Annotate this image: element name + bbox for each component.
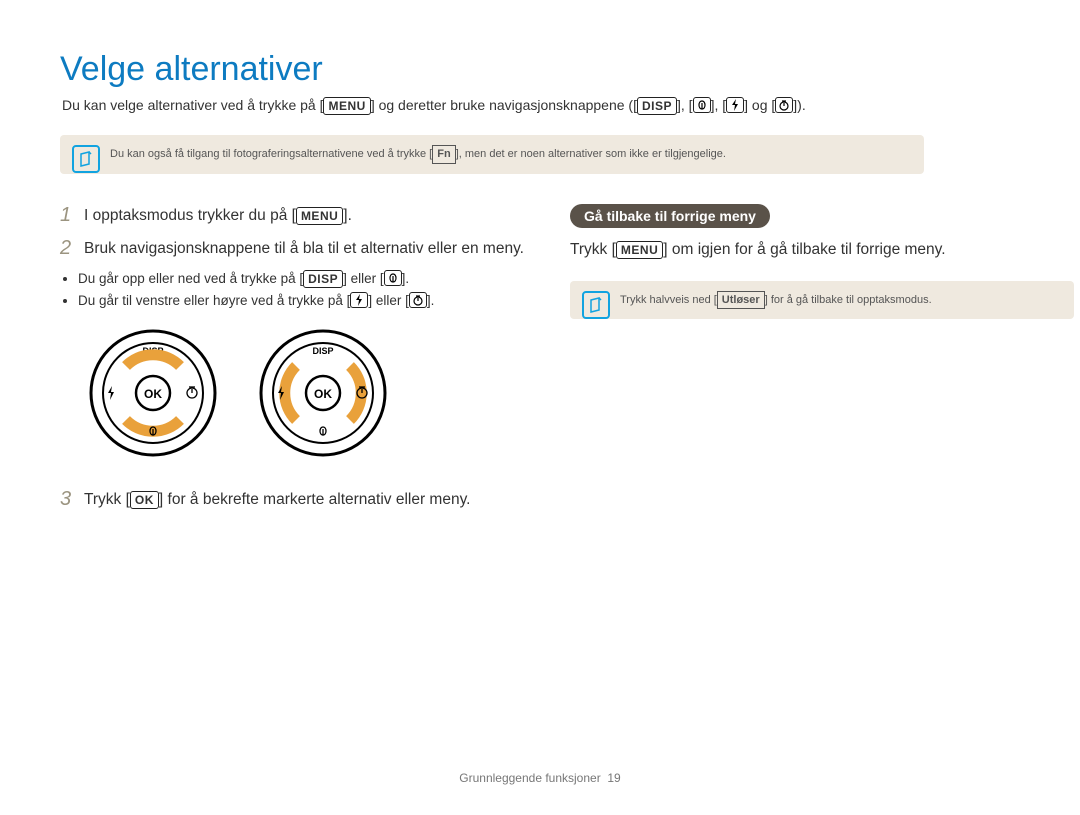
flash-icon bbox=[726, 97, 744, 113]
right-column: Gå tilbake til forrige meny Trykk [MENU]… bbox=[570, 204, 1074, 522]
step-2: 2 Bruk navigasjonsknappene til å bla til… bbox=[60, 237, 530, 260]
macro-icon bbox=[384, 270, 402, 286]
note-box-1: Du kan også få tilgang til fotografering… bbox=[60, 135, 924, 174]
right-line: Trykk [MENU] om igjen for å gå tilbake t… bbox=[570, 238, 1074, 261]
svg-text:OK: OK bbox=[144, 387, 162, 401]
flash-icon bbox=[350, 292, 368, 308]
disp-button-label: DISP bbox=[637, 97, 677, 115]
step-3: 3 Trykk [OK] for å bekrefte markerte alt… bbox=[60, 488, 530, 511]
timer-icon bbox=[409, 292, 427, 308]
dial-diagrams: OK DISP OK DISP bbox=[88, 328, 530, 458]
ok-button-label: OK bbox=[130, 491, 159, 509]
svg-text:OK: OK bbox=[314, 387, 332, 401]
bullet-2: Du går til venstre eller høyre ved å try… bbox=[78, 292, 530, 308]
dial-right: OK DISP bbox=[258, 328, 388, 458]
timer-icon bbox=[775, 97, 793, 113]
note-box-2: Trykk halvveis ned [Utløser] for å gå ti… bbox=[570, 281, 1074, 320]
note-icon bbox=[582, 291, 610, 319]
macro-icon bbox=[693, 97, 711, 113]
shutter-label: Utløser bbox=[717, 291, 765, 310]
fn-button-label: Fn bbox=[432, 145, 455, 164]
page-footer: Grunnleggende funksjoner 19 bbox=[0, 771, 1080, 785]
menu-button-label: MENU bbox=[616, 241, 663, 259]
note-icon bbox=[72, 145, 100, 173]
dial-left: OK DISP bbox=[88, 328, 218, 458]
sub-bullets: Du går opp eller ned ved å trykke på [DI… bbox=[78, 270, 530, 308]
disp-button-label: DISP bbox=[303, 270, 343, 288]
bullet-1: Du går opp eller ned ved å trykke på [DI… bbox=[78, 270, 530, 288]
svg-text:DISP: DISP bbox=[312, 346, 333, 356]
menu-button-label: MENU bbox=[323, 97, 370, 115]
intro-text: Du kan velge alternativer ved å trykke p… bbox=[62, 97, 1020, 115]
subsection-title: Gå tilbake til forrige meny bbox=[570, 204, 770, 228]
page-title: Velge alternativer bbox=[60, 50, 1020, 89]
left-column: 1 I opptaksmodus trykker du på [MENU]. 2… bbox=[60, 204, 530, 522]
menu-button-label: MENU bbox=[296, 207, 343, 225]
step-1: 1 I opptaksmodus trykker du på [MENU]. bbox=[60, 204, 530, 227]
